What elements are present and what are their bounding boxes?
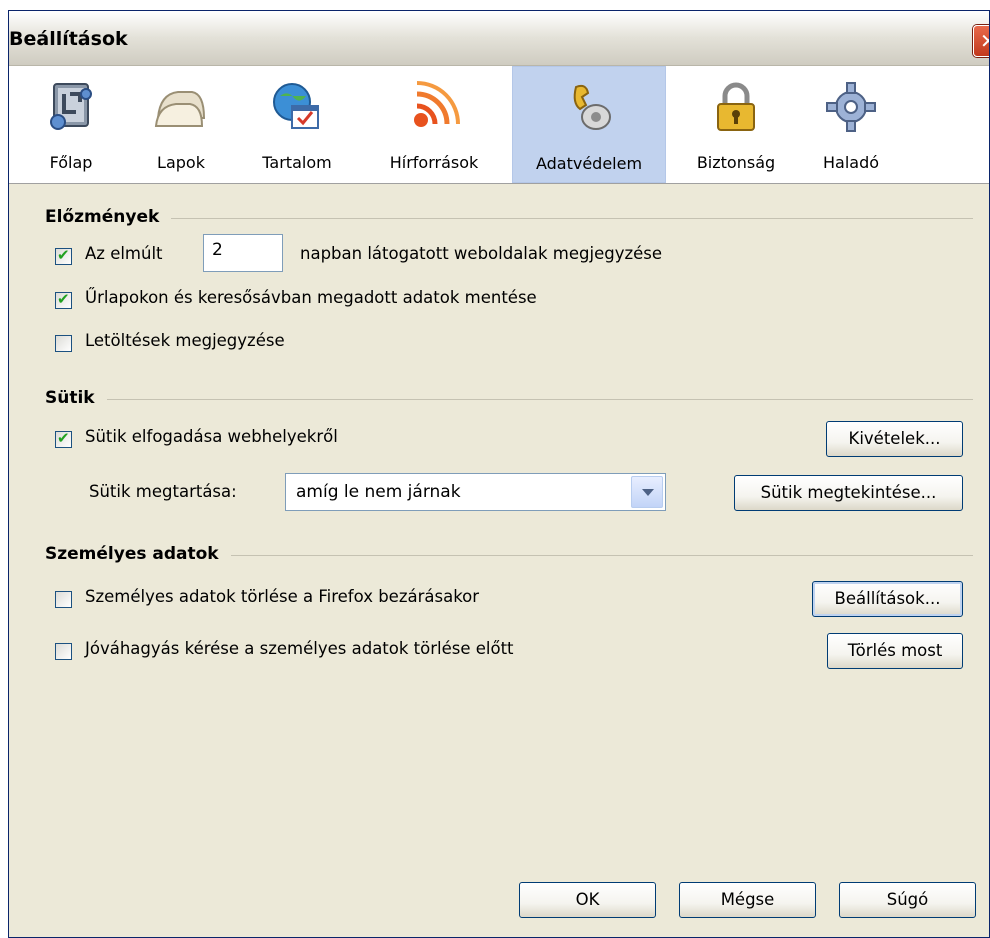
privacy-icon — [573, 84, 611, 130]
remember-history-checkbox[interactable] — [55, 246, 72, 265]
groupbox-divider — [45, 399, 973, 400]
tab-security-label: Biztonság — [696, 153, 776, 172]
keep-cookies-value: amíg le nem járnak — [296, 482, 461, 502]
lock-icon — [717, 82, 755, 131]
cookie-exceptions-button[interactable]: Kivételek... — [826, 421, 963, 457]
private-data-settings-button[interactable]: Beállítások... — [812, 581, 963, 617]
save-form-data-checkbox[interactable] — [55, 290, 72, 309]
history-caption: Előzmények — [45, 207, 172, 227]
gear-icon — [826, 82, 876, 132]
tab-feeds-label: Hírforrások — [389, 153, 479, 172]
tabs-icon — [154, 91, 206, 127]
ask-before-clear-label: Jóváhagyás kérése a személyes adatok tör… — [85, 639, 514, 658]
ask-before-clear-checkbox[interactable] — [55, 643, 72, 660]
title-bar[interactable]: Beállítások — [9, 11, 989, 66]
private-data-groupbox: Személyes adatok — [45, 544, 973, 564]
history-groupbox: Előzmények — [45, 207, 973, 227]
accept-cookies-label: Sütik elfogadása webhelyekről — [85, 427, 338, 446]
feeds-icon — [414, 81, 460, 127]
main-icon — [50, 83, 92, 130]
remember-downloads-checkbox[interactable] — [55, 335, 72, 352]
content-icon — [273, 83, 319, 129]
private-data-caption: Személyes adatok — [45, 544, 231, 564]
cookies-caption: Sütik — [45, 388, 107, 408]
tab-tabs[interactable]: Lapok — [137, 66, 225, 183]
tab-content-label: Tartalom — [262, 153, 332, 172]
tab-privacy-label: Adatvédelem — [535, 154, 643, 173]
cookies-groupbox: Sütik — [45, 388, 973, 408]
tab-security[interactable]: Biztonság — [681, 66, 791, 183]
remember-downloads-label: Letöltések megjegyzése — [85, 331, 285, 350]
clear-now-button[interactable]: Törlés most — [827, 633, 963, 669]
tab-main-label: Főlap — [49, 153, 93, 172]
tab-content[interactable]: Tartalom — [245, 66, 349, 183]
save-form-data-label: Űrlapokon és keresősávban megadott adato… — [85, 288, 537, 307]
show-cookies-button[interactable]: Sütik megtekintése... — [734, 475, 963, 511]
cancel-button[interactable]: Mégse — [679, 882, 816, 918]
clear-on-close-checkbox[interactable] — [55, 591, 72, 608]
clear-on-close-label: Személyes adatok törlése a Firefox bezár… — [85, 587, 480, 606]
tab-advanced[interactable]: Haladó — [809, 66, 893, 183]
keep-cookies-select[interactable]: amíg le nem járnak — [285, 473, 666, 511]
window-title: Beállítások — [9, 28, 128, 50]
history-days-input[interactable]: 2 — [203, 234, 283, 272]
tab-main[interactable]: Főlap — [29, 66, 113, 183]
close-icon[interactable] — [973, 25, 989, 57]
help-button[interactable]: Súgó — [839, 882, 976, 918]
pane-toolbar: Főlap Lapok Tartalom Hírforrások Adatvéd… — [9, 66, 989, 184]
preferences-window: Beállítások Főlap Lapok — [8, 10, 990, 938]
tab-privacy[interactable]: Adatvédelem — [512, 66, 666, 183]
tab-feeds[interactable]: Hírforrások — [369, 66, 499, 183]
remember-history-suffix: napban látogatott weboldalak megjegyzése — [300, 244, 663, 263]
tab-advanced-label: Haladó — [822, 153, 880, 172]
remember-history-prefix: Az elmúlt — [85, 244, 163, 263]
groupbox-divider — [45, 218, 973, 219]
tab-tabs-label: Lapok — [157, 153, 205, 172]
ok-button[interactable]: OK — [519, 882, 656, 918]
accept-cookies-checkbox[interactable] — [55, 429, 72, 448]
chevron-down-icon[interactable] — [631, 476, 663, 508]
keep-cookies-label: Sütik megtartása: — [89, 482, 237, 501]
